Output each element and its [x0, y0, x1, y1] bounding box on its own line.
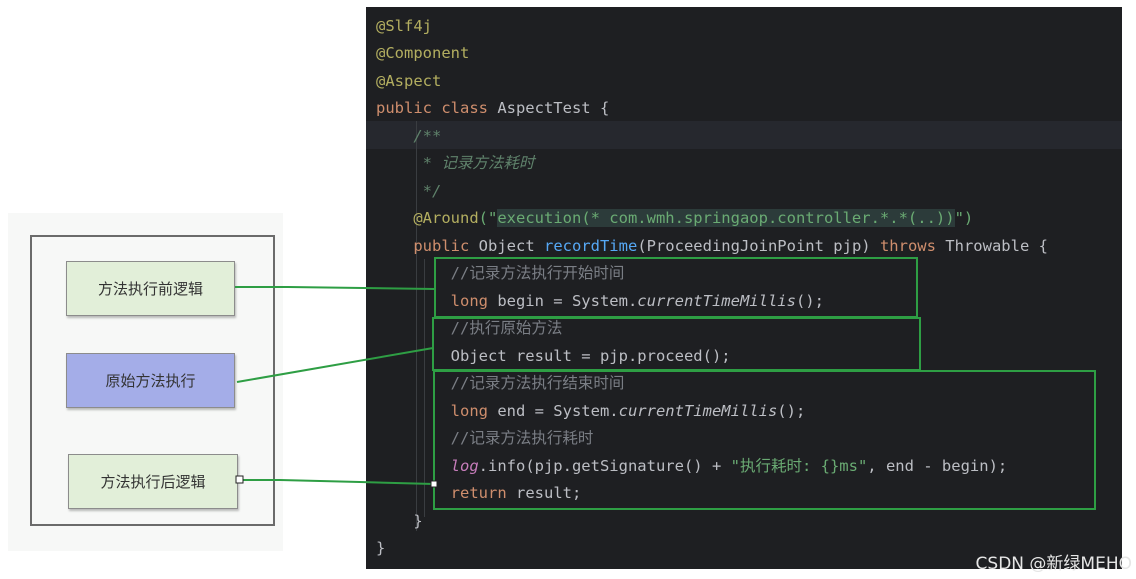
watermark: CSDN @新绿MEHO — [975, 554, 1132, 574]
connector-overlay — [235, 257, 1096, 510]
after-connector-line — [240, 479, 435, 485]
proceed-code-highlight — [432, 317, 921, 371]
proceed-connector-line — [236, 347, 434, 383]
before-connector-line — [235, 286, 436, 290]
connector-handle — [430, 480, 438, 488]
before-code-highlight — [434, 257, 918, 318]
connector-handle — [235, 475, 244, 484]
after-code-highlight — [433, 370, 1096, 510]
